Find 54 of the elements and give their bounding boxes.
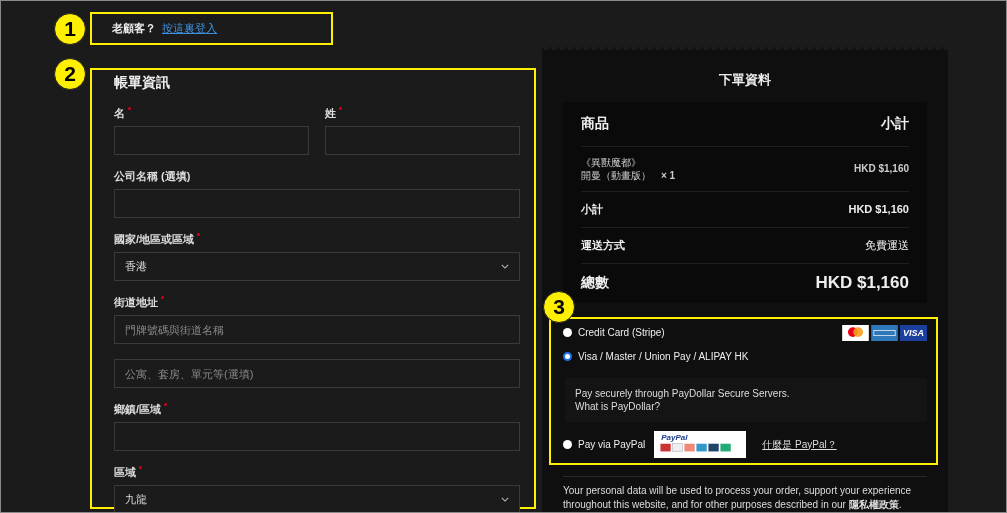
returning-customer-text: 老顧客？ [112, 21, 156, 36]
required-mark [128, 107, 131, 110]
radio-button[interactable] [563, 328, 572, 337]
input-field[interactable]: 門牌號碼與街道名稱 [114, 315, 520, 344]
select-field[interactable]: 香港 [114, 252, 520, 281]
payment-method-label: Pay via PayPal [578, 439, 646, 450]
payment-method-label: Visa / Master / Union Pay / ALIPAY HK [578, 351, 749, 362]
column-header: 小計 [881, 114, 909, 133]
field-label: 名 [114, 106, 125, 121]
total-label: 總數 [581, 274, 609, 292]
chevron-down-icon [501, 497, 509, 502]
input-field[interactable]: 公寓、套房、單元等(選填) [114, 359, 520, 388]
privacy-policy-link[interactable]: 隱私權政策 [848, 499, 899, 510]
payment-description: Pay securely through PayDollar Secure Servers. What is PayDollar? [565, 377, 927, 422]
input-field[interactable] [114, 422, 520, 451]
total-value: 免費運送 [865, 237, 909, 253]
paypal-info-link[interactable]: 什麼是 PayPal？ [762, 437, 837, 452]
required-mark [164, 403, 168, 406]
radio-button[interactable] [563, 352, 572, 361]
field-label: 公司名稱 (選填) [114, 169, 191, 184]
column-header: 商品 [581, 114, 609, 133]
field-label: 區域 [114, 465, 136, 480]
required-mark [339, 107, 342, 110]
annotation-number: 2 [54, 58, 86, 90]
product-price: HKD $1,160 [853, 163, 909, 174]
field-label: 姓 [325, 106, 336, 121]
order-title: 下單資料 [718, 70, 772, 89]
login-link[interactable]: 按這裏登入 [162, 21, 217, 36]
input-field[interactable] [325, 126, 520, 155]
paypal-badge: PayPal [654, 431, 747, 458]
field-label: 國家/地區或區域 [114, 232, 195, 247]
card-logo-icon [871, 324, 898, 341]
field-label: 鄉鎮/區域 [114, 402, 162, 417]
required-mark [139, 466, 142, 469]
product-name: 《異獸魔都》 開曼（動畫版） × 1 [581, 155, 676, 182]
payment-method-label: Credit Card (Stripe) [578, 327, 665, 338]
section-title: 帳單資訊 [114, 74, 171, 92]
chevron-down-icon [501, 264, 509, 269]
input-field[interactable] [114, 189, 520, 218]
total-label: 小計 [581, 201, 603, 217]
visa-logo: VISA [900, 324, 927, 341]
total-value: HKD $1,160 [848, 203, 909, 215]
annotation-number: 1 [54, 13, 86, 45]
required-mark [197, 233, 201, 236]
select-field[interactable]: 九龍 [114, 485, 520, 512]
mastercard-logo-icon [842, 324, 869, 341]
radio-button[interactable] [563, 440, 572, 449]
input-field[interactable] [114, 126, 309, 155]
total-value: HKD $1,160 [815, 273, 909, 293]
annotation-number: 3 [543, 290, 575, 323]
required-mark [161, 296, 164, 299]
privacy-notice: Your personal data will be used to process your order, support your experience throughout this website, and for other purposes described in our 隱私權政策. [563, 484, 913, 512]
field-label: 街道地址 [114, 295, 158, 310]
total-label: 運送方式 [581, 237, 625, 253]
